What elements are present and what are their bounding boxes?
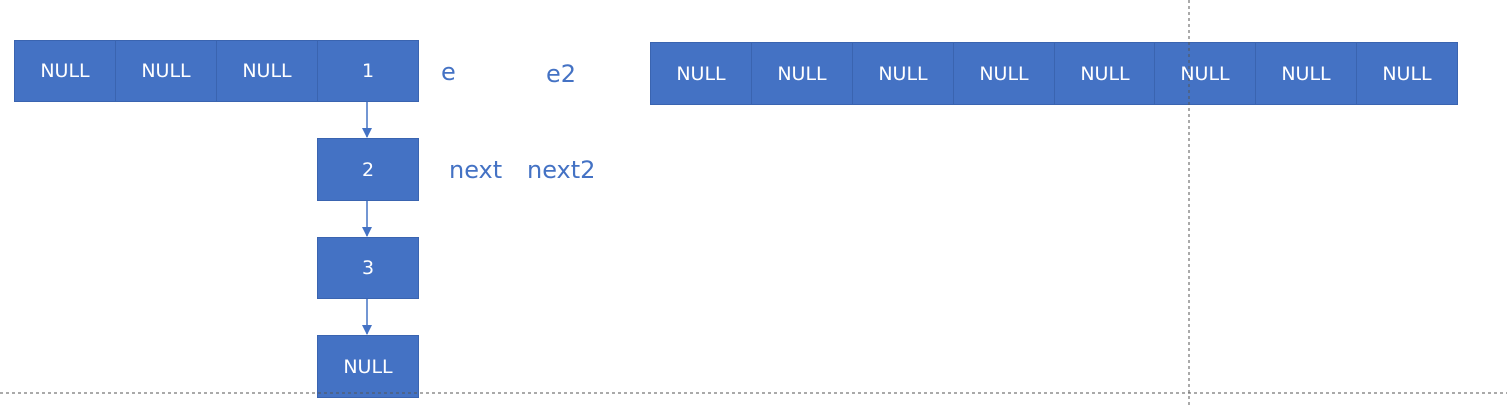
connectors — [0, 0, 1507, 406]
